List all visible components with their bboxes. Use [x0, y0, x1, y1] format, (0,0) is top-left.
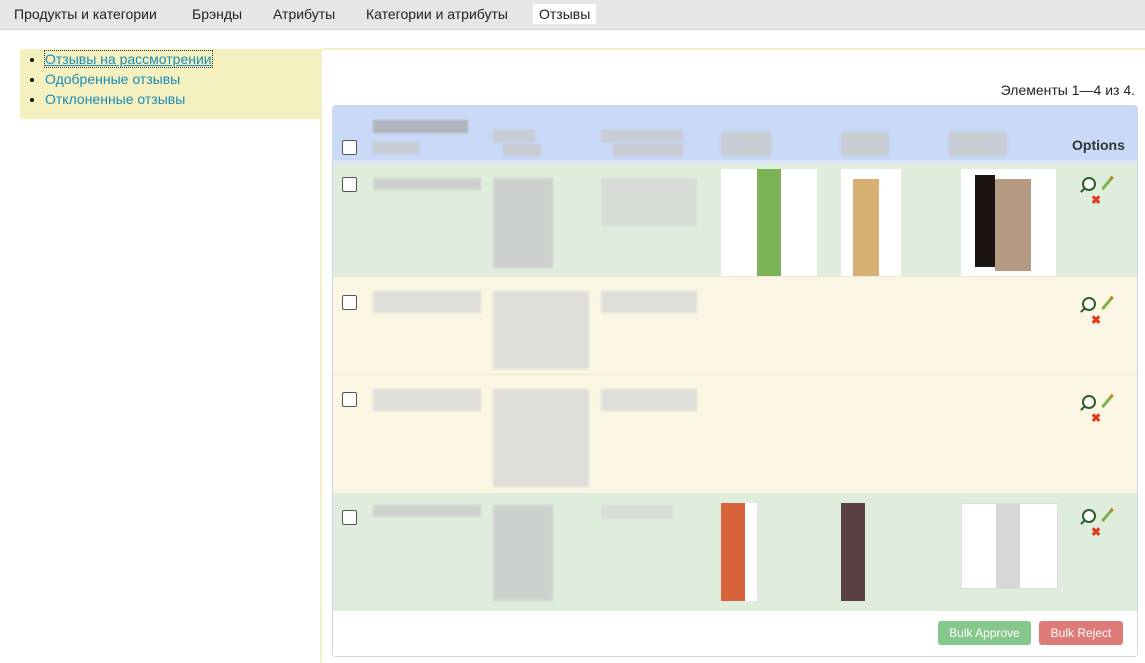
blurred-cell — [373, 505, 481, 517]
sidebar-item-approved: Одобренные отзывы — [45, 69, 320, 89]
product-thumbnail — [841, 169, 901, 276]
table-row: ✖ — [333, 493, 1137, 611]
sidebar-item-pending: Отзывы на рассмотрении — [44, 49, 320, 69]
approved-reviews-link[interactable]: Одобренные отзывы — [45, 71, 180, 87]
blurred-cell — [493, 178, 553, 268]
view-icon[interactable] — [1082, 177, 1096, 191]
pager-summary: Элементы 1—4 из 4. — [1000, 82, 1135, 98]
product-image — [995, 179, 1031, 271]
blurred-cell — [373, 291, 481, 313]
table-row: ✖ — [333, 374, 1137, 493]
product-image — [996, 504, 1020, 588]
product-thumbnail — [961, 169, 1056, 276]
product-image — [721, 503, 745, 601]
delete-icon[interactable]: ✖ — [1091, 412, 1101, 424]
edit-icon[interactable] — [1101, 175, 1114, 191]
blurred-header — [841, 132, 889, 156]
product-thumbnail — [721, 503, 757, 601]
edit-icon[interactable] — [1101, 507, 1114, 523]
blurred-cell — [493, 291, 589, 369]
blurred-header — [503, 144, 541, 156]
edit-icon[interactable] — [1101, 295, 1114, 311]
blurred-header — [373, 142, 419, 154]
view-icon[interactable] — [1082, 297, 1096, 311]
blurred-cell — [373, 389, 481, 411]
table-row: ✖ — [333, 164, 1137, 276]
blurred-header — [949, 132, 1007, 156]
top-navigation: Продукты и категории Брэнды Атрибуты Кат… — [0, 0, 1145, 30]
tab-products-categories[interactable]: Продукты и категории — [8, 4, 163, 24]
row-checkbox[interactable] — [342, 177, 357, 192]
row-checkbox[interactable] — [342, 510, 357, 525]
bulk-approve-button[interactable]: Bulk Approve — [938, 621, 1031, 645]
blurred-header — [601, 130, 683, 142]
grid-header: Options — [333, 106, 1137, 164]
blurred-cell — [601, 505, 673, 519]
blurred-header — [721, 132, 771, 156]
bulk-reject-button[interactable]: Bulk Reject — [1039, 621, 1123, 645]
product-image — [853, 179, 879, 276]
view-icon[interactable] — [1082, 509, 1096, 523]
tab-categories-attributes[interactable]: Категории и атрибуты — [360, 4, 514, 24]
options-column-header: Options — [1072, 137, 1125, 153]
table-row: ✖ — [333, 276, 1137, 374]
blurred-header — [373, 120, 468, 133]
reviews-grid: Options ✖ ✖ ✖ ✖ Bulk Approve Bulk Reject — [332, 105, 1138, 657]
edit-icon[interactable] — [1101, 393, 1114, 409]
pending-reviews-link[interactable]: Отзывы на рассмотрении — [44, 50, 213, 68]
divider — [322, 48, 1145, 50]
product-image — [841, 503, 865, 601]
product-thumbnail — [721, 169, 817, 276]
tab-reviews[interactable]: Отзывы — [533, 4, 597, 24]
tab-brands[interactable]: Брэнды — [186, 4, 248, 24]
blurred-cell — [601, 291, 697, 313]
sidebar: Отзывы на рассмотрении Одобренные отзывы… — [20, 49, 320, 119]
divider — [320, 49, 322, 663]
blurred-header — [613, 144, 683, 156]
row-checkbox[interactable] — [342, 295, 357, 310]
product-image — [975, 175, 995, 267]
rejected-reviews-link[interactable]: Отклоненные отзывы — [45, 91, 185, 107]
row-checkbox[interactable] — [342, 392, 357, 407]
blurred-cell — [601, 389, 697, 411]
sidebar-list: Отзывы на рассмотрении Одобренные отзывы… — [20, 49, 320, 109]
blurred-cell — [601, 178, 697, 226]
tab-attributes[interactable]: Атрибуты — [267, 4, 341, 24]
sidebar-item-rejected: Отклоненные отзывы — [45, 89, 320, 109]
product-thumbnail — [961, 503, 1058, 589]
delete-icon[interactable]: ✖ — [1091, 194, 1101, 206]
view-icon[interactable] — [1082, 395, 1096, 409]
blurred-cell — [373, 178, 481, 190]
blurred-cell — [493, 505, 553, 601]
blurred-cell — [493, 389, 589, 487]
delete-icon[interactable]: ✖ — [1091, 314, 1101, 326]
select-all-checkbox[interactable] — [342, 140, 357, 155]
blurred-header — [493, 130, 535, 142]
product-image — [757, 169, 781, 276]
product-thumbnail — [841, 503, 865, 601]
delete-icon[interactable]: ✖ — [1091, 526, 1101, 538]
